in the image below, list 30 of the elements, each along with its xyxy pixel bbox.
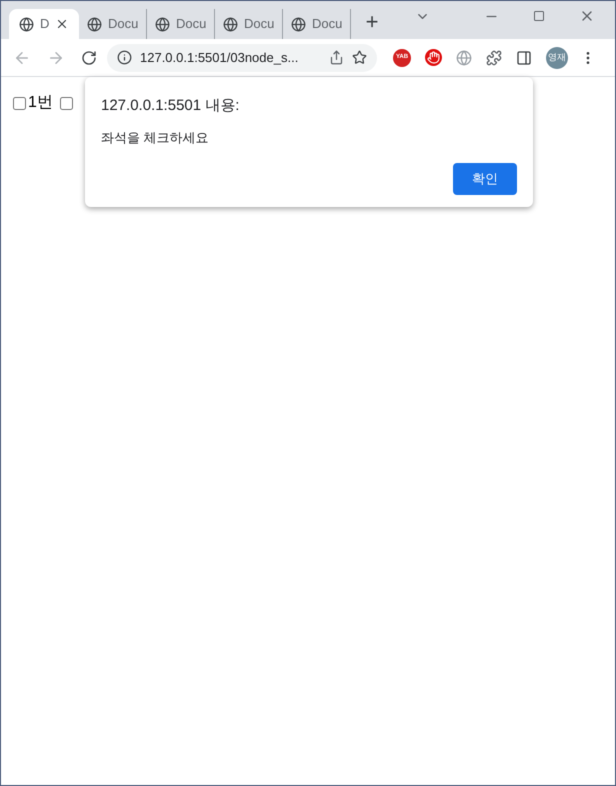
share-icon[interactable] bbox=[329, 50, 344, 65]
browser-tab[interactable]: D bbox=[9, 9, 79, 39]
side-panel-icon[interactable] bbox=[516, 50, 532, 66]
new-tab-button[interactable]: + bbox=[359, 9, 385, 35]
maximize-icon[interactable] bbox=[533, 10, 545, 22]
dialog-title: 127.0.0.1:5501 내용: bbox=[101, 96, 240, 116]
puzzle-icon[interactable] bbox=[486, 50, 502, 66]
tab-title: Docu bbox=[176, 15, 206, 34]
tab-title: Docu bbox=[312, 15, 342, 34]
checkbox-label: 1번 bbox=[28, 93, 53, 113]
globe-icon[interactable] bbox=[456, 50, 472, 66]
checkbox[interactable] bbox=[13, 96, 26, 110]
address-bar[interactable]: 127.0.0.1:5501/03node_s... bbox=[107, 44, 377, 72]
star-icon[interactable] bbox=[352, 50, 367, 65]
tab-title: D bbox=[40, 15, 50, 34]
globe-icon bbox=[291, 16, 306, 32]
globe-icon bbox=[223, 16, 238, 32]
hand-icon[interactable] bbox=[425, 49, 442, 66]
globe-icon bbox=[19, 16, 34, 32]
confirm-button[interactable]: 확인 bbox=[453, 163, 517, 195]
reload-icon[interactable] bbox=[81, 50, 97, 66]
globe-icon bbox=[87, 16, 102, 32]
url-text: 127.0.0.1:5501/03node_s... bbox=[140, 48, 298, 67]
checkbox[interactable] bbox=[60, 96, 73, 110]
tab-title: Docu bbox=[108, 15, 138, 34]
info-icon[interactable] bbox=[117, 50, 132, 65]
globe-icon bbox=[155, 16, 170, 32]
tab-title: Docu bbox=[244, 15, 274, 34]
dialog-message: 좌석을 체크하세요 bbox=[101, 128, 210, 146]
profile-avatar[interactable]: 영재 bbox=[546, 46, 568, 68]
